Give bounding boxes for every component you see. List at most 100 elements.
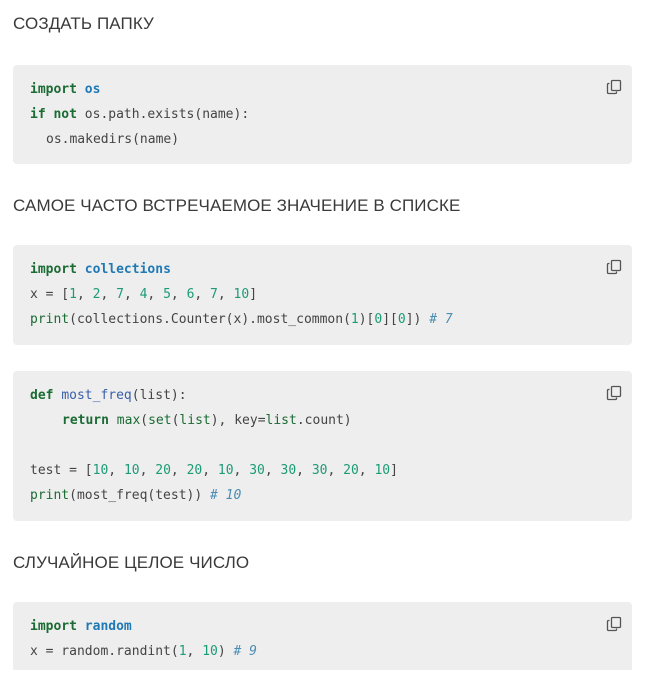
code-number: 10	[233, 287, 250, 302]
copy-icon[interactable]	[606, 385, 622, 401]
code-text: ,	[217, 287, 234, 302]
code-number: 1	[69, 287, 77, 302]
code-text: ,	[147, 287, 164, 302]
section-heading-random-int: СЛУЧАЙНОЕ ЦЕЛОЕ ЧИСЛО	[13, 553, 250, 572]
code-line: def most_freq(list):	[30, 388, 187, 403]
code-text: (list):	[131, 388, 187, 403]
code-number: 10	[202, 644, 218, 659]
code-number: 30	[249, 463, 265, 478]
copy-icon[interactable]	[606, 616, 622, 632]
code-text: ,	[233, 463, 250, 478]
code-line: os.makedirs(name)	[46, 132, 179, 147]
code-number: 7	[116, 287, 124, 302]
code-text: = [	[37, 287, 70, 302]
copy-icon[interactable]	[606, 259, 622, 275]
code-text: (collections.Counter(x).most_common(	[69, 312, 351, 327]
code-builtin: print	[30, 488, 70, 503]
code-comment: # 9	[233, 644, 257, 659]
code-text: ), key=	[210, 413, 266, 428]
code-text: .count)	[296, 413, 352, 428]
code-builtin: print	[30, 312, 70, 327]
code-text: x = random.randint(	[30, 644, 179, 659]
code-content: import random x = random.randint(1, 10) …	[30, 619, 257, 679]
code-number: 20	[155, 463, 171, 478]
code-line: import collections	[30, 262, 171, 277]
code-number: 5	[163, 287, 171, 302]
code-block-create-folder: import os if not os.path.exists(name): o…	[13, 65, 632, 164]
code-keyword: import	[30, 82, 77, 97]
code-text: ,	[194, 287, 211, 302]
code-module: random	[84, 619, 132, 634]
code-text: ])	[405, 312, 422, 327]
code-builtin: max	[116, 413, 141, 428]
code-text: ,	[296, 463, 312, 478]
code-text: ][	[382, 312, 398, 327]
code-text: ]	[390, 463, 398, 478]
code-keyword: import	[30, 619, 77, 634]
code-comment: # 7	[429, 312, 453, 327]
code-content: def most_freq(list): return max(set (list…	[30, 388, 398, 503]
code-line: x = [1, 2, 7, 4, 5, 6, 7, 10]	[30, 287, 257, 302]
code-text: ,	[358, 463, 375, 478]
code-function-name: most_freq	[61, 388, 132, 403]
section-heading-create-folder: СОЗДАТЬ ПАПКУ	[13, 14, 154, 33]
code-text: ,	[139, 463, 156, 478]
code-number: 1	[178, 644, 187, 659]
code-keyword: def	[30, 388, 54, 403]
code-text: ,	[170, 287, 187, 302]
code-number: 10	[217, 463, 234, 478]
code-text: os.path.exists(name):	[84, 107, 250, 122]
code-number: 10	[374, 463, 391, 478]
code-line: import random	[30, 619, 132, 634]
code-text: ,	[100, 287, 117, 302]
code-text: ,	[76, 287, 93, 302]
code-content: import collections x = [1, 2, 7, 4, 5, 6…	[30, 262, 453, 337]
code-text: ]	[249, 287, 258, 302]
code-text: ,	[170, 463, 187, 478]
code-text: ,	[123, 287, 140, 302]
code-number: 30	[280, 463, 297, 478]
code-number: 10	[92, 463, 109, 478]
code-block-random: import random x = random.randint(1, 10) …	[13, 602, 632, 670]
copy-icon[interactable]	[606, 79, 622, 95]
code-text: ,	[264, 463, 281, 478]
code-content: import os if not os.path.exists(name): o…	[30, 82, 249, 157]
code-text: os.makedirs(name)	[46, 132, 180, 147]
code-number: 0	[397, 312, 406, 327]
code-text: x	[30, 287, 38, 302]
code-builtin: set	[148, 413, 172, 428]
code-module: os	[84, 82, 101, 97]
code-text: ,	[186, 644, 203, 659]
code-line: import os	[30, 82, 100, 97]
code-text: (most_freq(test))	[69, 488, 203, 503]
code-builtin: list	[265, 413, 297, 428]
code-line: test = [10, 10, 20, 20, 10, 30, 30, 30, …	[30, 463, 398, 478]
code-text: ,	[202, 463, 218, 478]
code-number: 1	[350, 312, 359, 327]
code-text: )	[217, 644, 226, 659]
code-number: 7	[210, 287, 218, 302]
section-heading-most-frequent: САМОЕ ЧАСТО ВСТРЕЧАЕМОЕ ЗНАЧЕНИЕ В СПИСК…	[13, 196, 461, 215]
code-text: ,	[327, 463, 344, 478]
code-text: ,	[108, 463, 124, 478]
code-line: print(collections.Counter(x).most_common…	[30, 312, 453, 327]
code-number: 20	[186, 463, 203, 478]
code-text: (	[140, 413, 149, 428]
code-block-collections: import collections x = [1, 2, 7, 4, 5, 6…	[13, 245, 632, 345]
code-number: 20	[343, 463, 359, 478]
code-block-most-freq: def most_freq(list): return max(set (list…	[13, 371, 632, 521]
code-line: print(most_freq(test)) # 10	[30, 488, 241, 503]
code-comment: # 10	[210, 488, 242, 503]
code-line: x = random.randint(1, 10) # 9	[30, 644, 257, 659]
code-keyword: if	[30, 107, 46, 122]
code-line: if not os.path.exists(name):	[30, 107, 249, 122]
code-keyword: import	[30, 262, 77, 277]
code-number: 30	[311, 463, 328, 478]
code-builtin: list	[179, 413, 211, 428]
code-text: test = [	[30, 463, 93, 478]
code-keyword: return	[62, 413, 109, 428]
code-module: collections	[84, 262, 171, 277]
code-number: 10	[123, 463, 140, 478]
code-text: )[	[358, 312, 375, 327]
code-line: return max(set(list), key=list.count)	[62, 413, 352, 428]
